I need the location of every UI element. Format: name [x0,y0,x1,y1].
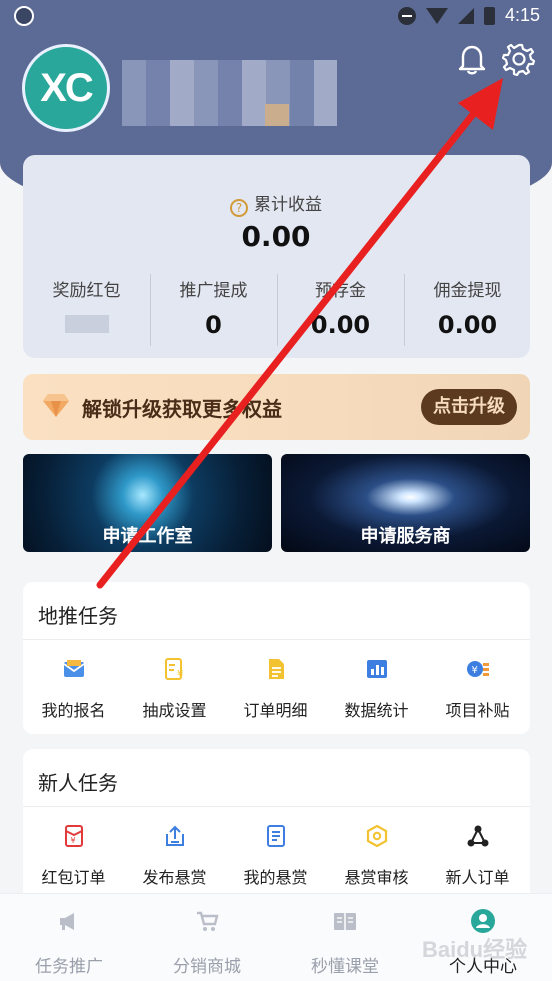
battery-icon [483,6,495,25]
nav-label: 秒懂课堂 [311,957,379,977]
divider [23,639,530,640]
user-icon [471,909,495,933]
metric-label: 预存金 [315,281,366,301]
bar-chart-icon [366,660,387,678]
project-subsidy-item[interactable]: ¥ 项目补贴 [427,657,528,721]
metric-label: 推广提成 [179,281,248,301]
item-label: 发布悬赏 [142,868,207,887]
divider [23,806,530,807]
metric-value: 0.00 [437,311,498,339]
document-icon [268,659,284,679]
coin-subsidy-icon: ¥ [466,661,489,677]
tile-label: 申请工作室 [102,526,193,547]
megaphone-icon [60,913,74,930]
nav-label: 任务推广 [35,957,103,977]
item-label: 我的悬赏 [243,868,308,887]
nav-label: 分销商城 [173,957,241,977]
nav-task-promotion[interactable]: 任务推广 [0,908,138,977]
my-rewards-item[interactable]: 我的悬赏 [225,824,326,888]
diamond-icon [43,394,69,417]
red-envelope-icon: ¥ [64,825,83,847]
my-registration-item[interactable]: 我的报名 [23,657,124,721]
order-details-item[interactable]: 订单明细 [225,657,326,721]
metric-value: 0.00 [310,311,371,339]
new-user-tasks-section: 新人任务 ¥ 红包订单 发布悬赏 我的悬赏 悬赏审核 新人订单 [23,749,530,901]
bell-icon[interactable] [455,42,489,76]
avatar[interactable]: XC [22,44,110,132]
total-earnings-value: 0.00 [241,220,311,253]
status-bar: 4:15 [0,0,552,32]
nav-quick-class[interactable]: 秒懂课堂 [276,908,414,977]
metric-value-blurred [64,315,109,333]
metric-label: 奖励红包 [52,281,121,301]
metric-promotion-commission[interactable]: 推广提成 0 [150,276,277,339]
ground-tasks-section: 地推任务 我的报名 ¥ 抽成设置 订单明细 数据统计 ¥ 项目补贴 [23,582,530,734]
svg-text:¥: ¥ [70,836,75,845]
metric-value: 0 [205,311,222,339]
red-envelope-order-item[interactable]: ¥ 红包订单 [23,824,124,888]
item-label: 数据统计 [344,701,409,720]
svg-text:¥: ¥ [177,669,183,680]
help-icon[interactable]: ? [230,199,248,217]
data-statistics-item[interactable]: 数据统计 [326,657,427,721]
svg-text:¥: ¥ [471,665,477,676]
cart-icon [197,911,219,931]
do-not-disturb-icon [397,6,416,25]
upgrade-text: 解锁升级获取更多权益 [82,397,282,421]
commission-settings-item[interactable]: ¥ 抽成设置 [124,657,225,721]
total-earnings-label-row: ? 累计收益 [0,190,552,217]
publish-reward-item[interactable]: 发布悬赏 [124,824,225,888]
new-user-order-item[interactable]: 新人订单 [427,824,528,888]
hexagon-icon [366,824,387,848]
metric-deposit[interactable]: 预存金 0.00 [277,276,404,339]
clock: 4:15 [504,5,540,25]
item-label: 新人订单 [445,868,510,887]
reward-review-item[interactable]: 悬赏审核 [326,824,427,888]
app-status-icon [14,6,34,26]
gear-icon[interactable] [502,42,536,76]
nav-distribution-mall[interactable]: 分销商城 [138,908,276,977]
metric-label: 佣金提现 [433,281,502,301]
envelope-icon [62,660,85,677]
section-title: 地推任务 [38,604,118,628]
item-label: 抽成设置 [142,701,207,720]
username-blurred [122,60,337,126]
list-document-icon [266,825,285,847]
yen-list-icon: ¥ [164,658,183,680]
item-label: 悬赏审核 [344,868,409,887]
total-earnings-label: 累计收益 [254,195,322,215]
item-label: 项目补贴 [445,701,510,720]
section-title: 新人任务 [38,771,118,795]
wifi-icon [425,7,448,24]
item-label: 我的报名 [41,701,106,720]
network-icon [467,825,488,847]
item-label: 订单明细 [243,701,308,720]
apply-provider-tile[interactable]: 申请服务商 [281,454,530,552]
signal-icon [457,7,474,24]
apply-studio-tile[interactable]: 申请工作室 [23,454,272,552]
tile-label: 申请服务商 [360,526,451,547]
watermark: Baidu经验 [422,937,528,962]
metric-commission-withdraw[interactable]: 佣金提现 0.00 [404,276,531,339]
book-icon [334,913,356,930]
item-label: 红包订单 [41,868,106,887]
metric-reward-envelope[interactable]: 奖励红包 [23,276,150,337]
avatar-logo: XC [40,65,94,110]
upload-icon [165,825,184,846]
upgrade-button[interactable]: 点击升级 [421,389,517,425]
